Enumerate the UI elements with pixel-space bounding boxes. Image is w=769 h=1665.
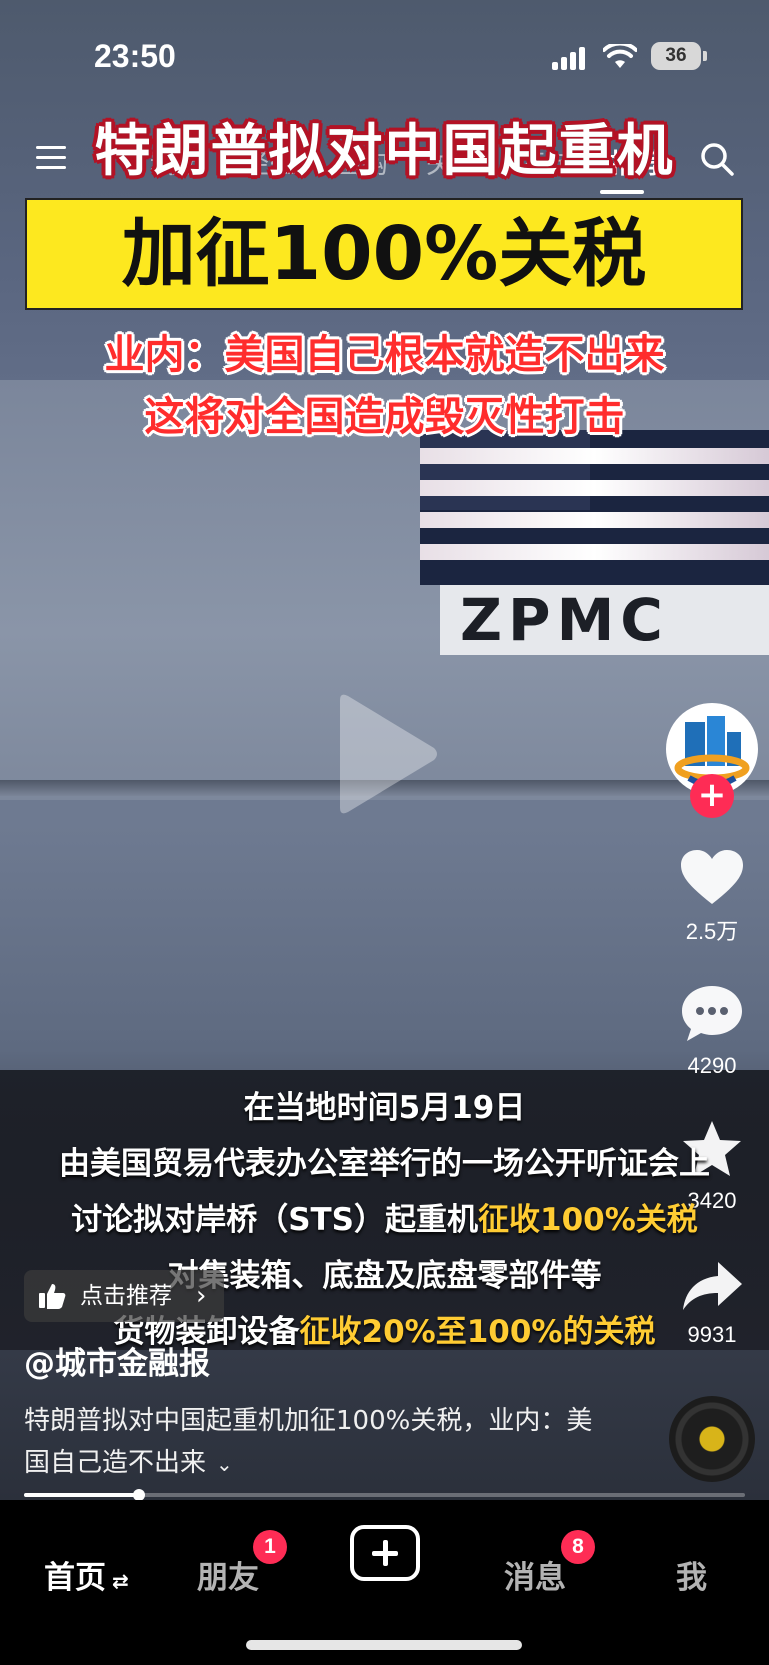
video-progress-bar[interactable] <box>24 1489 745 1501</box>
nav-home[interactable]: 首页 ⇄ <box>44 1552 129 1597</box>
video-frame-flag <box>420 430 769 585</box>
active-tab-underline <box>600 190 644 194</box>
like-button[interactable]: 2.5万 <box>662 848 762 946</box>
heart-icon <box>681 850 743 904</box>
comment-button[interactable]: 4290 <box>662 983 762 1079</box>
play-icon[interactable] <box>330 692 440 816</box>
chevron-right-icon: › <box>196 1281 207 1311</box>
comment-count: 4290 <box>687 1053 737 1078</box>
subtitle-line: 在当地时间5月19日 <box>243 1090 526 1126</box>
nav-me[interactable]: 我 <box>676 1552 707 1597</box>
cellular-signal-icon <box>552 46 588 70</box>
video-headline-sub2: 这将对全国造成毁灭性打击 <box>144 394 625 440</box>
recommend-label: 点击推荐 <box>80 1283 172 1309</box>
thumbs-up-icon <box>39 1284 66 1309</box>
battery-tip <box>703 51 707 61</box>
progress-fill <box>24 1493 139 1497</box>
screen: ZPMC 23:50 36 精选 经验 团购 关注 商城 推荐 特朗普拟对中国起… <box>0 0 769 1665</box>
messages-badge: 8 <box>561 1530 595 1564</box>
chevron-down-icon[interactable]: ⌄ <box>216 1452 233 1476</box>
status-bar: 23:50 36 <box>0 0 769 100</box>
comment-icon <box>682 986 742 1041</box>
video-headline-title: 特朗普拟对中国起重机 <box>94 119 675 184</box>
wifi-icon <box>603 44 637 68</box>
video-description[interactable]: 特朗普拟对中国起重机加征100%关税，业内：美国自己造不出来 ⌄ <box>24 1400 594 1485</box>
like-count: 2.5万 <box>685 919 739 944</box>
follow-button[interactable]: + <box>690 774 734 818</box>
video-headline-sub1: 业内：美国自己根本就造不出来 <box>104 332 665 378</box>
subtitle-line: 讨论拟对岸桥（STS）起重机征收100%关税 <box>71 1202 698 1238</box>
home-indicator <box>246 1640 522 1650</box>
nav-friends[interactable]: 朋友 <box>197 1552 259 1597</box>
author-name[interactable]: @城市金融报 <box>24 1338 210 1383</box>
video-frame-sign: ZPMC <box>440 585 769 655</box>
status-time: 23:50 <box>94 38 176 74</box>
friends-badge: 1 <box>253 1530 287 1564</box>
video-headline-box: 加征100%关税 <box>25 198 743 310</box>
create-post-button[interactable] <box>350 1525 420 1581</box>
music-disc-icon[interactable] <box>669 1396 755 1482</box>
subtitle-line: 由美国贸易代表办公室举行的一场公开听证会上 <box>59 1146 710 1182</box>
recommend-button[interactable]: 点击推荐 › <box>24 1270 224 1322</box>
battery-indicator: 36 <box>651 42 701 70</box>
nav-messages[interactable]: 消息 <box>504 1552 566 1597</box>
switch-icon: ⇄ <box>112 1569 129 1593</box>
